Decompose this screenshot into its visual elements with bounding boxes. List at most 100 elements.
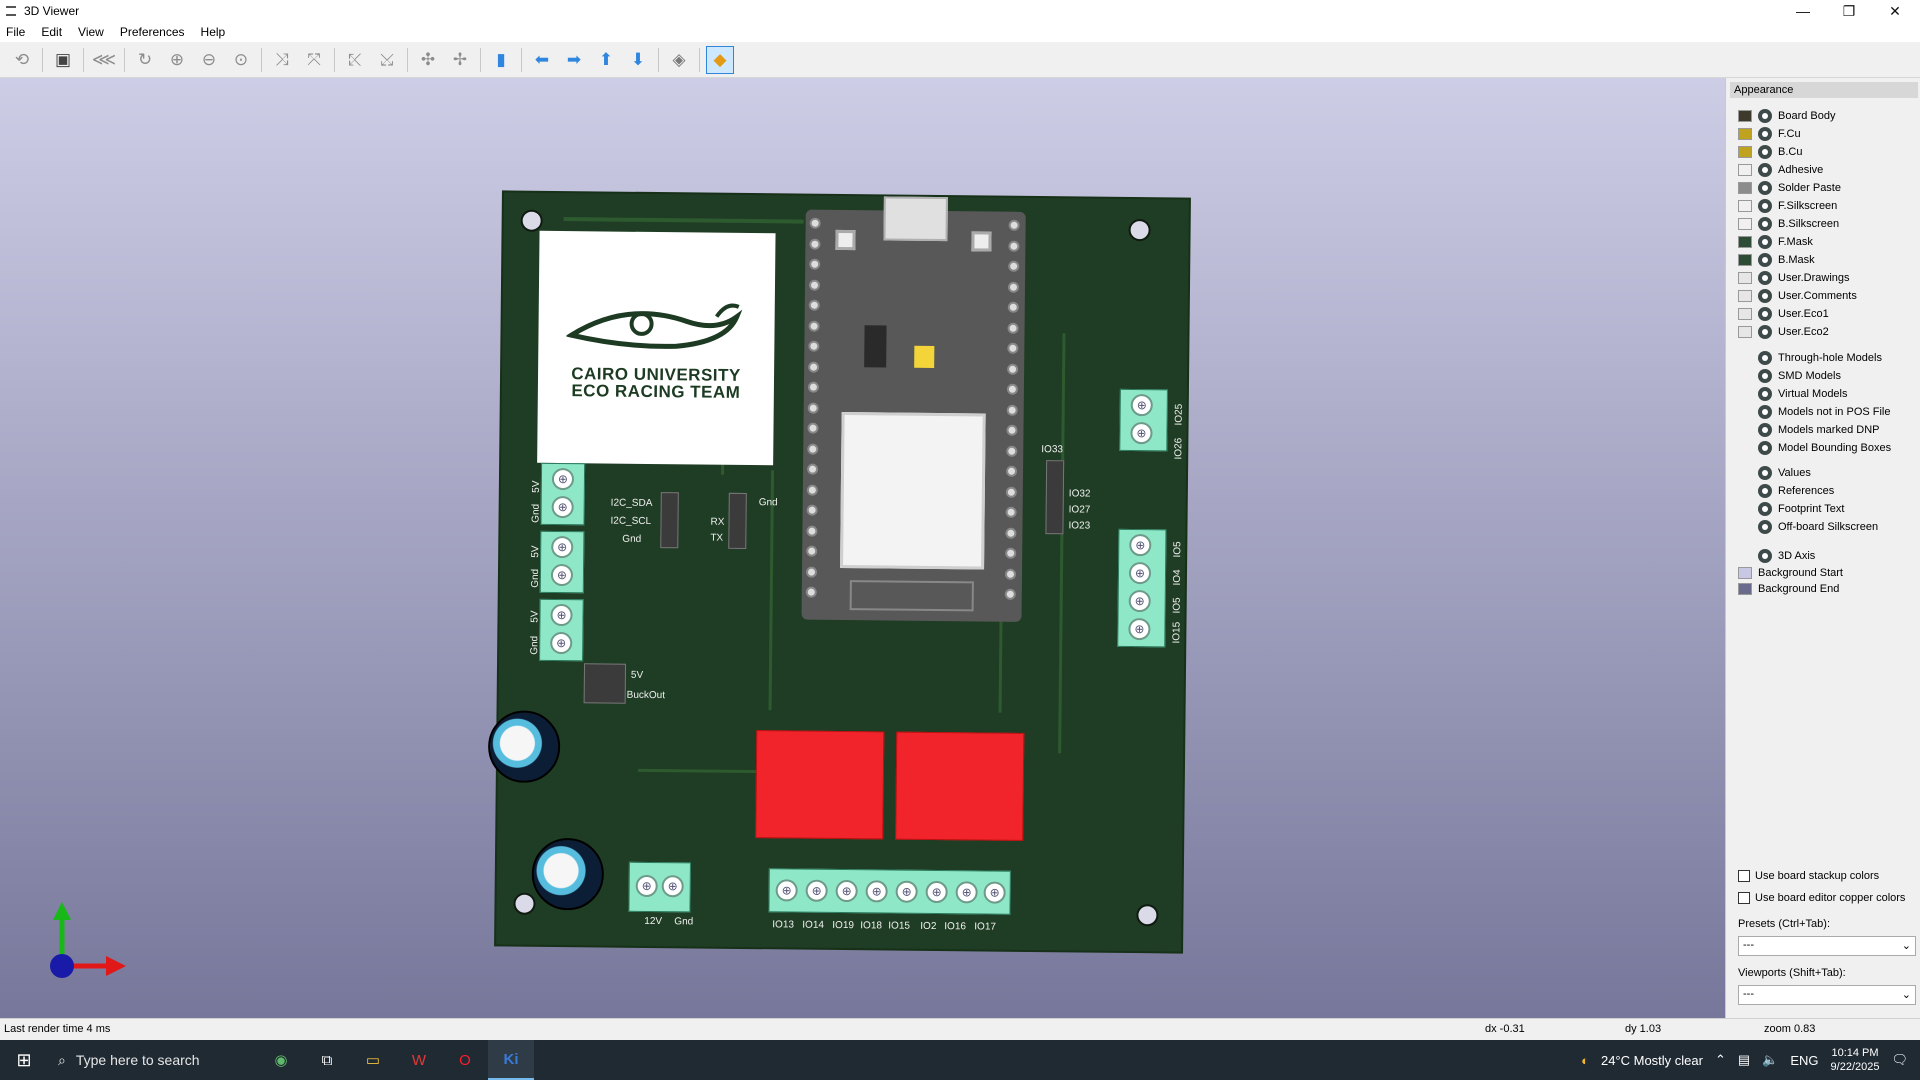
- color-swatch[interactable]: [1738, 254, 1752, 266]
- layer-row-adhesive[interactable]: Adhesive: [1738, 161, 1823, 179]
- layer-row-user-drawings[interactable]: User.Drawings: [1738, 269, 1850, 287]
- viewports-select[interactable]: --- ⌄: [1738, 985, 1916, 1005]
- notifications-icon[interactable]: 🗨: [1891, 1052, 1908, 1068]
- color-swatch[interactable]: [1738, 218, 1752, 230]
- visibility-eye-icon[interactable]: [1758, 484, 1772, 498]
- model-row[interactable]: Through-hole Models: [1738, 349, 1882, 367]
- move-up-icon[interactable]: ⬆: [592, 46, 620, 74]
- language-indicator[interactable]: ENG: [1790, 1053, 1818, 1068]
- maximize-button[interactable]: ❐: [1826, 0, 1872, 22]
- rotate-x-cw-icon[interactable]: ⤨: [268, 46, 296, 74]
- axis-row[interactable]: 3D Axis: [1738, 547, 1815, 565]
- taskbar-search[interactable]: ⌕ Type here to search: [48, 1040, 258, 1080]
- checkbox[interactable]: [1738, 892, 1750, 904]
- layer-row-b-mask[interactable]: B.Mask: [1738, 251, 1815, 269]
- menu-edit[interactable]: Edit: [41, 25, 62, 39]
- model-row[interactable]: Virtual Models: [1738, 385, 1848, 403]
- rotate-y-ccw-icon[interactable]: ⤩: [373, 46, 401, 74]
- visibility-eye-icon[interactable]: [1758, 127, 1772, 141]
- raytrace-icon[interactable]: ⋘: [90, 46, 118, 74]
- visibility-eye-icon[interactable]: [1758, 217, 1772, 231]
- rotate-z-ccw-icon[interactable]: ✢: [446, 46, 474, 74]
- copper-colors-checkbox[interactable]: Use board editor copper colors: [1738, 892, 1905, 904]
- chevron-down-icon[interactable]: ⌄: [1902, 988, 1911, 1001]
- move-left-icon[interactable]: ⬅: [528, 46, 556, 74]
- close-button[interactable]: ✕: [1872, 0, 1918, 22]
- color-swatch[interactable]: [1738, 182, 1752, 194]
- clock[interactable]: 10:14 PM 9/22/2025: [1831, 1046, 1880, 1074]
- visibility-eye-icon[interactable]: [1758, 369, 1772, 383]
- layer-row-b-cu[interactable]: B.Cu: [1738, 143, 1802, 161]
- layers-panel-icon[interactable]: ◆: [706, 45, 734, 74]
- task-view-icon[interactable]: ⧉: [304, 1040, 350, 1080]
- copy-icon[interactable]: ▣: [49, 46, 77, 74]
- color-swatch[interactable]: [1738, 200, 1752, 212]
- layer-row-solder-paste[interactable]: Solder Paste: [1738, 179, 1841, 197]
- chevron-down-icon[interactable]: ⌄: [1902, 939, 1911, 952]
- move-down-icon[interactable]: ⬇: [624, 46, 652, 74]
- visibility-eye-icon[interactable]: [1758, 387, 1772, 401]
- color-swatch[interactable]: [1738, 164, 1752, 176]
- zoom-in-icon[interactable]: ⊕: [163, 46, 191, 74]
- bg-end-row[interactable]: Background End: [1738, 580, 1839, 598]
- layer-row-board-body[interactable]: Board Body: [1738, 107, 1835, 125]
- visibility-eye-icon[interactable]: [1758, 325, 1772, 339]
- windows-start-icon[interactable]: ⊞: [0, 1040, 48, 1080]
- visibility-eye-icon[interactable]: [1758, 163, 1772, 177]
- visibility-eye-icon[interactable]: [1758, 145, 1772, 159]
- visibility-eye-icon[interactable]: [1758, 199, 1772, 213]
- wps-office-icon[interactable]: W: [396, 1040, 442, 1080]
- visibility-eye-icon[interactable]: [1758, 405, 1772, 419]
- visibility-eye-icon[interactable]: [1758, 423, 1772, 437]
- visibility-eye-icon[interactable]: [1758, 271, 1772, 285]
- visibility-eye-icon[interactable]: [1758, 181, 1772, 195]
- weather-text[interactable]: 24°C Mostly clear: [1601, 1053, 1703, 1068]
- layer-row-user-eco2[interactable]: User.Eco2: [1738, 323, 1829, 341]
- visibility-eye-icon[interactable]: [1758, 351, 1772, 365]
- layer-row-f-cu[interactable]: F.Cu: [1738, 125, 1801, 143]
- chevron-up-icon[interactable]: ⌃: [1715, 1052, 1726, 1068]
- model-row[interactable]: Models marked DNP: [1738, 421, 1879, 439]
- visibility-eye-icon[interactable]: [1758, 466, 1772, 480]
- file-explorer-icon[interactable]: ▭: [350, 1040, 396, 1080]
- rotate-x-ccw-icon[interactable]: ⤧: [300, 46, 328, 74]
- stackup-colors-checkbox[interactable]: Use board stackup colors: [1738, 870, 1879, 882]
- zoom-out-icon[interactable]: ⊖: [195, 46, 223, 74]
- visibility-eye-icon[interactable]: [1758, 109, 1772, 123]
- rotate-z-cw-icon[interactable]: ✣: [414, 46, 442, 74]
- layer-row-user-eco1[interactable]: User.Eco1: [1738, 305, 1829, 323]
- color-swatch[interactable]: [1738, 272, 1752, 284]
- checkbox[interactable]: [1738, 870, 1750, 882]
- 3d-viewport[interactable]: CAIRO UNIVERSITY ECO RACING TEAM ⊕ ⊕ ⊕ ⊕…: [0, 78, 1725, 1018]
- kicad-icon[interactable]: Ki: [488, 1040, 534, 1080]
- speaker-icon[interactable]: 🔈: [1762, 1052, 1778, 1068]
- other-row[interactable]: Off-board Silkscreen: [1738, 518, 1878, 536]
- color-swatch[interactable]: [1738, 290, 1752, 302]
- menu-help[interactable]: Help: [201, 25, 226, 39]
- color-swatch[interactable]: [1738, 128, 1752, 140]
- model-row[interactable]: Models not in POS File: [1738, 403, 1891, 421]
- menu-preferences[interactable]: Preferences: [120, 25, 185, 39]
- presets-select[interactable]: --- ⌄: [1738, 936, 1916, 956]
- color-swatch[interactable]: [1738, 583, 1752, 595]
- other-row[interactable]: References: [1738, 482, 1834, 500]
- reload-icon[interactable]: ⟲: [8, 46, 36, 74]
- other-row[interactable]: Values: [1738, 464, 1811, 482]
- rotate-y-cw-icon[interactable]: ⤪: [341, 46, 369, 74]
- color-swatch[interactable]: [1738, 146, 1752, 158]
- visibility-eye-icon[interactable]: [1758, 253, 1772, 267]
- layer-row-user-comments[interactable]: User.Comments: [1738, 287, 1857, 305]
- globe-icon[interactable]: ◉: [258, 1040, 304, 1080]
- visibility-eye-icon[interactable]: [1758, 520, 1772, 534]
- menu-view[interactable]: View: [78, 25, 104, 39]
- color-swatch[interactable]: [1738, 326, 1752, 338]
- visibility-eye-icon[interactable]: [1758, 289, 1772, 303]
- ortho-icon[interactable]: ◈: [665, 46, 693, 74]
- layer-row-f-mask[interactable]: F.Mask: [1738, 233, 1813, 251]
- visibility-eye-icon[interactable]: [1758, 502, 1772, 516]
- move-right-icon[interactable]: ➡: [560, 46, 588, 74]
- weather-icon[interactable]: ◐: [1581, 1053, 1589, 1068]
- visibility-eye-icon[interactable]: [1758, 441, 1772, 455]
- color-swatch[interactable]: [1738, 236, 1752, 248]
- color-swatch[interactable]: [1738, 110, 1752, 122]
